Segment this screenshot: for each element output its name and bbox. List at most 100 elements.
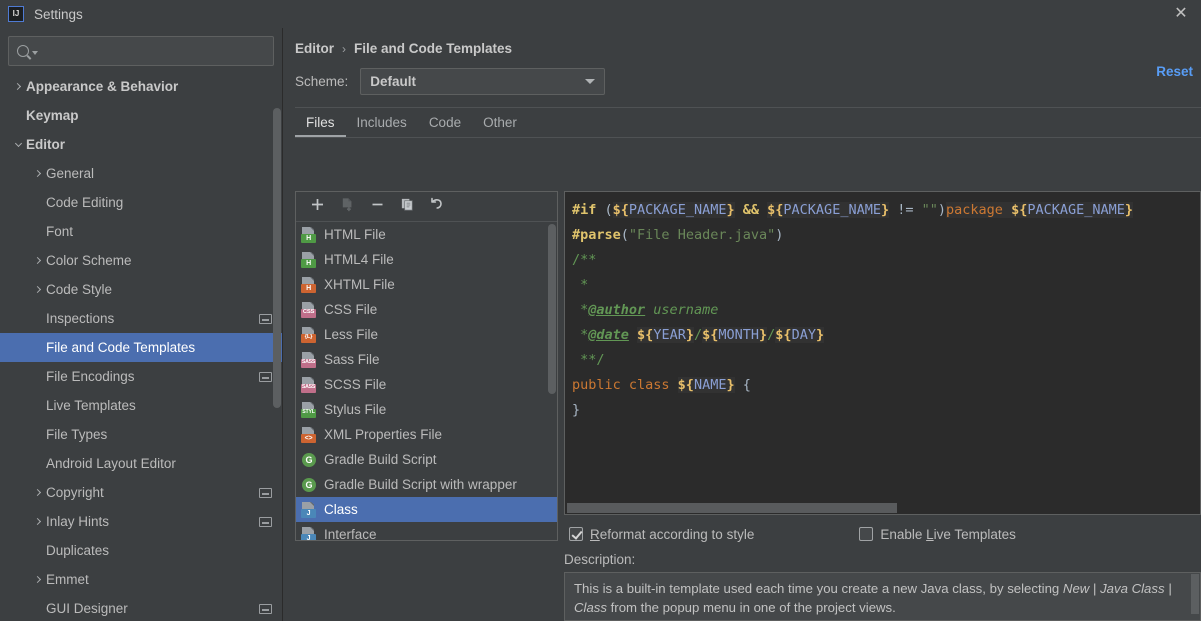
- sidebar-item-label: Code Style: [46, 282, 113, 297]
- tab-other[interactable]: Other: [472, 108, 528, 138]
- template-list-item-label: HTML4 File: [324, 252, 394, 267]
- code-line: *@author username: [572, 302, 719, 318]
- checkbox-enable-live-templates[interactable]: Enable Live Templates: [859, 527, 1016, 542]
- window-titlebar: IJ Settings ✕: [0, 0, 1201, 28]
- sidebar-item-appearance-behavior[interactable]: Appearance & Behavior: [0, 72, 282, 101]
- template-list-item[interactable]: CSS CSS File: [296, 297, 557, 322]
- template-list-item[interactable]: SASS SCSS File: [296, 372, 557, 397]
- template-list-scrollbar[interactable]: [548, 224, 556, 394]
- code-horizontal-scrollbar-thumb[interactable]: [567, 503, 897, 514]
- sidebar-item-duplicates[interactable]: Duplicates: [0, 536, 282, 565]
- template-list-item[interactable]: {L} Less File: [296, 322, 557, 347]
- sidebar-item-font[interactable]: Font: [0, 217, 282, 246]
- add-template-button[interactable]: [304, 195, 330, 219]
- template-list-item[interactable]: H HTML4 File: [296, 247, 557, 272]
- checkbox-unchecked-icon[interactable]: [859, 527, 874, 542]
- sidebar-scrollbar[interactable]: [273, 108, 281, 408]
- sidebar-item-android-layout-editor[interactable]: Android Layout Editor: [0, 449, 282, 478]
- sidebar-item-color-scheme[interactable]: Color Scheme: [0, 246, 282, 275]
- sidebar-item-label: Android Layout Editor: [46, 456, 176, 471]
- copy-template-button[interactable]: [394, 195, 420, 219]
- template-list-item-label: Interface: [324, 527, 377, 540]
- checkbox-label: Enable Live Templates: [880, 526, 1016, 542]
- chevron-right-icon[interactable]: [30, 285, 46, 294]
- sidebar-item-label: Duplicates: [46, 543, 110, 558]
- sidebar-item-editor[interactable]: Editor: [0, 130, 282, 159]
- sidebar-item-copyright[interactable]: Copyright: [0, 478, 282, 507]
- code-line: *: [572, 277, 589, 293]
- logo-text: IJ: [12, 9, 20, 18]
- sidebar-item-inspections[interactable]: Inspections: [0, 304, 282, 333]
- sidebar-item-label: Inspections: [46, 311, 115, 326]
- chevron-right-icon[interactable]: [30, 256, 46, 265]
- search-input[interactable]: [42, 43, 267, 59]
- settings-body: Appearance & Behavior Keymap Editor General…: [0, 28, 1201, 621]
- code-line: #if (${PACKAGE_NAME} && ${PACKAGE_NAME} …: [572, 202, 1134, 218]
- sidebar-item-general[interactable]: General: [0, 159, 282, 188]
- close-icon[interactable]: ✕: [1161, 0, 1201, 28]
- sidebar-item-label: Emmet: [46, 572, 89, 587]
- sidebar-item-inlay-hints[interactable]: Inlay Hints: [0, 507, 282, 536]
- scheme-select[interactable]: Default: [360, 68, 606, 95]
- template-list-item-label: Gradle Build Script: [324, 452, 437, 467]
- template-type-icon: G: [301, 477, 317, 493]
- sidebar-item-code-editing[interactable]: Code Editing: [0, 188, 282, 217]
- search-dropdown-caret-icon[interactable]: [32, 51, 38, 55]
- description-scrollbar[interactable]: [1191, 573, 1199, 614]
- reset-template-button[interactable]: [424, 195, 450, 219]
- sidebar-item-file-and-code-templates[interactable]: File and Code Templates: [0, 333, 282, 362]
- chevron-right-icon[interactable]: [30, 488, 46, 497]
- sidebar-item-file-types[interactable]: File Types: [0, 420, 282, 449]
- code-horizontal-scrollbar-track: [565, 502, 1200, 515]
- checkbox-checked-icon[interactable]: [569, 527, 583, 542]
- project-scope-icon: [259, 603, 272, 614]
- settings-sidebar: Appearance & Behavior Keymap Editor General…: [0, 28, 283, 621]
- template-type-icon: STYL: [301, 401, 317, 418]
- tab-includes[interactable]: Includes: [346, 108, 418, 138]
- checkbox-reformat-according-to-style[interactable]: Reformat according to style: [569, 527, 754, 542]
- template-list-item[interactable]: <> XML Properties File: [296, 422, 557, 447]
- breadcrumb-parent[interactable]: Editor: [295, 41, 334, 56]
- sidebar-item-label: Code Editing: [46, 195, 124, 210]
- template-list-panel: H HTML File H HTML4 File H XHTML File CSS CSS F…: [295, 191, 558, 541]
- tab-code[interactable]: Code: [418, 108, 472, 138]
- settings-detail-pane: Editor › File and Code Templates Reset S…: [283, 28, 1201, 621]
- template-list-item[interactable]: J Class: [296, 497, 557, 522]
- template-list-item[interactable]: H HTML File: [296, 222, 557, 247]
- template-list-item[interactable]: G Gradle Build Script with wrapper: [296, 472, 557, 497]
- chevron-right-icon[interactable]: [30, 517, 46, 526]
- search-box[interactable]: [8, 36, 274, 66]
- template-code-text[interactable]: #if (${PACKAGE_NAME} && ${PACKAGE_NAME} …: [565, 192, 1200, 423]
- template-list-item[interactable]: H XHTML File: [296, 272, 557, 297]
- template-list-item-label: Less File: [324, 327, 379, 342]
- tab-files[interactable]: Files: [295, 108, 346, 138]
- sidebar-item-file-encodings[interactable]: File Encodings: [0, 362, 282, 391]
- sidebar-item-keymap[interactable]: Keymap: [0, 101, 282, 130]
- sidebar-item-emmet[interactable]: Emmet: [0, 565, 282, 594]
- tabs-bottom-divider: [295, 137, 1201, 138]
- add-child-template-button: [334, 195, 360, 219]
- scheme-row: Scheme: Default: [283, 56, 1201, 95]
- template-list-item[interactable]: G Gradle Build Script: [296, 447, 557, 472]
- template-type-icon: J: [301, 501, 317, 518]
- template-list-item[interactable]: STYL Stylus File: [296, 397, 557, 422]
- templates-content: H HTML File H HTML4 File H XHTML File CSS CSS F…: [295, 191, 1201, 621]
- sidebar-item-live-templates[interactable]: Live Templates: [0, 391, 282, 420]
- template-code-editor[interactable]: #if (${PACKAGE_NAME} && ${PACKAGE_NAME} …: [564, 191, 1201, 516]
- description-box: This is a built-in template used each ti…: [564, 571, 1201, 621]
- sidebar-item-code-style[interactable]: Code Style: [0, 275, 282, 304]
- sidebar-item-label: Font: [46, 224, 74, 239]
- reset-link[interactable]: Reset: [1156, 64, 1193, 79]
- chevron-down-icon[interactable]: [10, 139, 26, 147]
- template-list-item[interactable]: SASS Sass File: [296, 347, 557, 372]
- template-list-item-label: Stylus File: [324, 402, 387, 417]
- remove-template-button[interactable]: [364, 195, 390, 219]
- undo-icon: [429, 196, 445, 217]
- chevron-right-icon[interactable]: [10, 82, 26, 91]
- project-scope-icon: [259, 313, 272, 324]
- chevron-right-icon[interactable]: [30, 575, 46, 584]
- sidebar-item-gui-designer[interactable]: GUI Designer: [0, 594, 282, 621]
- template-list-item[interactable]: J Interface: [296, 522, 557, 540]
- chevron-right-icon[interactable]: [30, 169, 46, 178]
- template-list[interactable]: H HTML File H HTML4 File H XHTML File CSS CSS F…: [296, 222, 557, 540]
